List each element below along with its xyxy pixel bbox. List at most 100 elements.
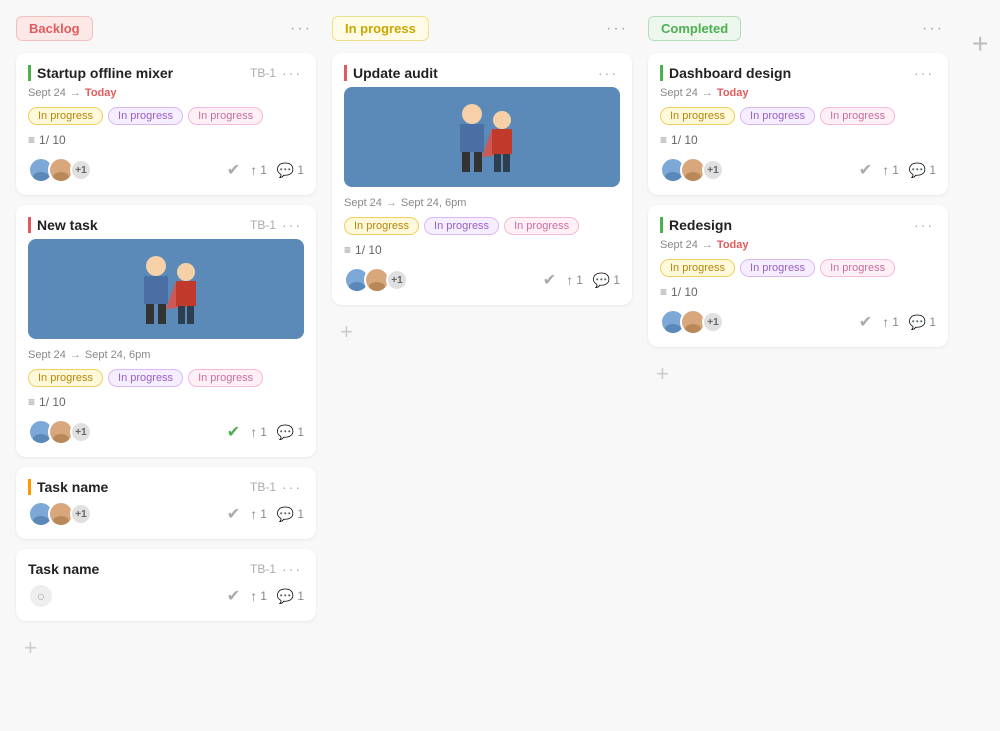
- tag[interactable]: In progress: [424, 217, 499, 235]
- upload-icon: ↑: [882, 162, 889, 178]
- tag[interactable]: In progress: [28, 107, 103, 125]
- card-comment-action[interactable]: 💬1: [277, 588, 304, 605]
- card-footer: +1 ✔ ↑1 💬1: [28, 157, 304, 183]
- column-menu-button[interactable]: ···: [286, 18, 316, 40]
- tag[interactable]: In progress: [108, 107, 183, 125]
- tag[interactable]: In progress: [188, 107, 263, 125]
- card-check-action[interactable]: ✔: [859, 312, 872, 332]
- card-comment-action[interactable]: 💬1: [909, 162, 936, 179]
- card-actions: ✔ ↑1 💬1: [859, 312, 936, 332]
- tag[interactable]: In progress: [344, 217, 419, 235]
- column-title: Backlog: [16, 16, 93, 41]
- card-upload-action[interactable]: ↑1: [566, 272, 583, 288]
- card-actions: ✔ ↑1 💬1: [227, 160, 304, 180]
- checklist-icon: ≡: [28, 133, 35, 147]
- card-date-end: Sept 24, 6pm: [85, 349, 150, 361]
- card-check-action[interactable]: ✔: [859, 160, 872, 180]
- card-comment-action[interactable]: 💬1: [277, 506, 304, 523]
- tag[interactable]: In progress: [820, 107, 895, 125]
- tag[interactable]: In progress: [660, 107, 735, 125]
- card-menu-button[interactable]: ···: [280, 561, 304, 577]
- card-menu-button[interactable]: ···: [912, 65, 936, 81]
- tag[interactable]: In progress: [740, 259, 815, 277]
- avatar-count: +1: [70, 421, 92, 443]
- card-title: Task name: [28, 561, 242, 577]
- comment-icon: 💬: [909, 162, 926, 179]
- card-image: [28, 239, 304, 339]
- tag[interactable]: In progress: [108, 369, 183, 387]
- kanban-board: Backlog ··· Startup offline mixer TB-1 ··· Se…: [16, 16, 984, 665]
- card-tags: In progress In progress In progress: [660, 259, 936, 277]
- card-comment-action[interactable]: 💬1: [277, 162, 304, 179]
- checklist-count: 1/ 10: [671, 133, 698, 147]
- card-footer: +1✔↑1💬1: [344, 267, 620, 293]
- tag[interactable]: In progress: [660, 259, 735, 277]
- upload-count: 1: [892, 315, 899, 329]
- add-task-button[interactable]: +: [332, 315, 361, 349]
- add-task-button[interactable]: +: [16, 631, 45, 665]
- upload-icon: ↑: [882, 314, 889, 330]
- card-comment-action[interactable]: 💬1: [277, 424, 304, 441]
- upload-count: 1: [260, 163, 267, 177]
- column-menu-button[interactable]: ···: [602, 18, 632, 40]
- task-card: Startup offline mixer TB-1 ··· Sept 24 → To…: [16, 53, 316, 195]
- card-menu-button[interactable]: ···: [280, 65, 304, 81]
- card-header: Update audit···: [344, 65, 620, 81]
- card-upload-action[interactable]: ↑1: [250, 424, 267, 440]
- tag[interactable]: In progress: [188, 369, 263, 387]
- check-icon: ✔: [227, 504, 240, 524]
- card-upload-action[interactable]: ↑1: [250, 588, 267, 604]
- tag[interactable]: In progress: [740, 107, 815, 125]
- card-upload-action[interactable]: ↑1: [882, 162, 899, 178]
- card-date-start: Sept 24: [344, 197, 382, 209]
- card-date: Sept 24 → Today: [28, 87, 304, 99]
- comment-count: 1: [613, 273, 620, 287]
- card-check-action[interactable]: ✔: [227, 586, 240, 606]
- card-actions: ✔ ↑1 💬1: [227, 422, 304, 442]
- column-menu-button[interactable]: ···: [918, 18, 948, 40]
- card-check-action[interactable]: ✔: [227, 504, 240, 524]
- card-menu-button[interactable]: ···: [280, 217, 304, 233]
- card-check-action[interactable]: ✔: [227, 160, 240, 180]
- tag[interactable]: In progress: [28, 369, 103, 387]
- task-card: New taskTB-1···Sept 24 → Sept 24, 6pmIn …: [16, 205, 316, 457]
- checklist-count: 1/ 10: [671, 285, 698, 299]
- column-header: Backlog ···: [16, 16, 316, 41]
- card-tags: In progress In progress In progress: [660, 107, 936, 125]
- checklist-icon: ≡: [28, 395, 35, 409]
- checklist-icon: ≡: [660, 133, 667, 147]
- add-column-button[interactable]: +: [964, 24, 996, 64]
- card-title: Update audit: [344, 65, 592, 81]
- card-title: Dashboard design: [660, 65, 908, 81]
- card-date-start: Sept 24: [28, 87, 66, 99]
- tag[interactable]: In progress: [504, 217, 579, 235]
- card-date-start: Sept 24: [28, 349, 66, 361]
- card-comment-action[interactable]: 💬1: [909, 314, 936, 331]
- card-comment-action[interactable]: 💬1: [593, 272, 620, 289]
- tag[interactable]: In progress: [820, 259, 895, 277]
- upload-count: 1: [892, 163, 899, 177]
- card-upload-action[interactable]: ↑1: [882, 314, 899, 330]
- card-avatars: +1: [28, 157, 92, 183]
- card-check-action[interactable]: ✔: [543, 270, 556, 290]
- card-upload-action[interactable]: ↑1: [250, 506, 267, 522]
- card-menu-button[interactable]: ···: [596, 65, 620, 81]
- card-avatars: +1: [660, 309, 724, 335]
- card-avatars: +1: [28, 501, 92, 527]
- avatar-count: +1: [702, 159, 724, 181]
- card-title: Startup offline mixer: [28, 65, 242, 81]
- card-check-action[interactable]: ✔: [227, 422, 240, 442]
- card-avatars: +1: [660, 157, 724, 183]
- card-title: Task name: [28, 479, 242, 495]
- card-date: Sept 24 → Today: [660, 239, 936, 251]
- card-date-end: Today: [717, 87, 749, 99]
- column-header: In progress···: [332, 16, 632, 41]
- add-task-button[interactable]: +: [648, 357, 677, 391]
- upload-icon: ↑: [250, 162, 257, 178]
- check-icon: ✔: [859, 312, 872, 332]
- card-task-id: TB-1: [250, 66, 276, 80]
- card-menu-button[interactable]: ···: [280, 479, 304, 495]
- card-menu-button[interactable]: ···: [912, 217, 936, 233]
- card-upload-action[interactable]: ↑1: [250, 162, 267, 178]
- task-card: Task nameTB-1···○✔↑1💬1: [16, 549, 316, 621]
